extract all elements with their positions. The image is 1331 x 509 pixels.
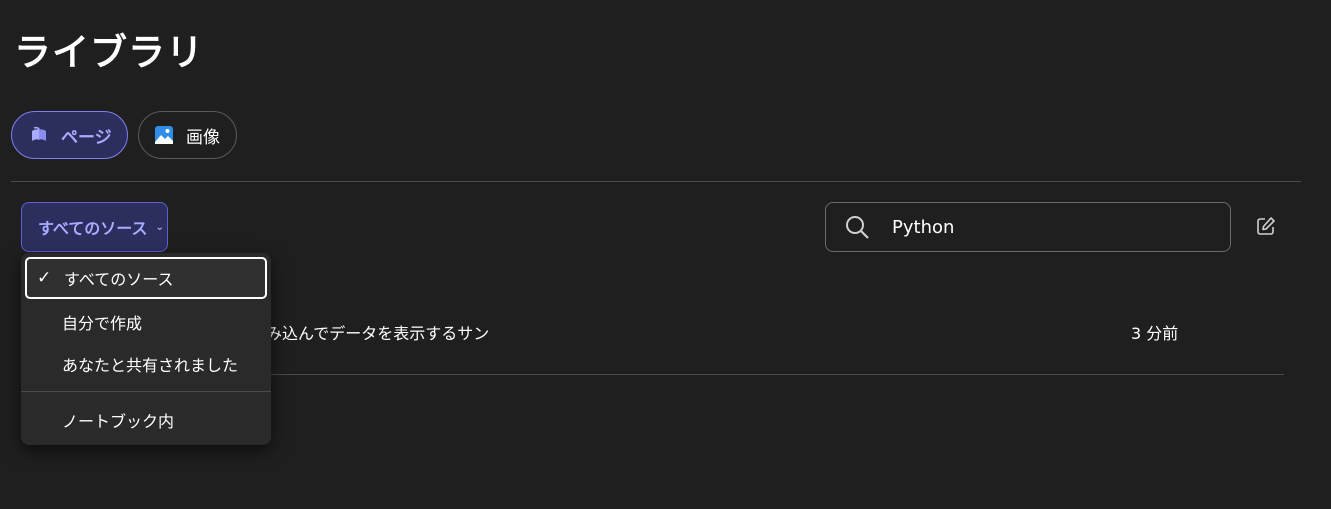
divider <box>11 181 1301 182</box>
source-filter-button[interactable]: すべてのソース ⌄ <box>21 202 168 252</box>
menu-item-label: ノートブック内 <box>62 412 175 431</box>
search-value: Python <box>892 216 955 238</box>
tab-pages-label: ページ <box>61 127 112 148</box>
search-input[interactable]: Python <box>825 202 1231 252</box>
menu-item-shared-with-you[interactable]: あなたと共有されました <box>25 343 267 385</box>
list-item-name: み込んでデータを表示するサン <box>266 324 490 343</box>
search-icon <box>844 214 870 240</box>
tab-images[interactable]: 画像 <box>138 111 237 159</box>
tab-pages[interactable]: ページ <box>11 111 128 159</box>
library-page: ライブラリ ページ 画像 すべてのソース ⌄ Python み込んでデータを表示… <box>0 0 1331 509</box>
list-item-time: 3 分前 <box>1131 324 1179 343</box>
tab-images-label: 画像 <box>186 127 220 148</box>
menu-item-in-notebook[interactable]: ノートブック内 <box>25 399 267 441</box>
edit-icon <box>1256 216 1276 240</box>
menu-item-label: あなたと共有されました <box>62 356 239 375</box>
new-page-button[interactable] <box>1253 215 1279 241</box>
menu-item-created-by-me[interactable]: 自分で作成 <box>25 301 267 343</box>
source-filter-label: すべてのソース <box>38 219 148 238</box>
menu-divider <box>21 391 271 392</box>
chevron-down-icon: ⌄ <box>155 221 164 233</box>
menu-item-label: すべてのソース <box>64 270 174 289</box>
check-icon: ✓ <box>37 268 52 288</box>
image-icon <box>154 125 174 145</box>
pages-icon <box>29 125 49 145</box>
menu-item-label: 自分で作成 <box>62 314 143 333</box>
menu-item-all-sources[interactable]: ✓ すべてのソース <box>25 257 267 299</box>
source-filter-menu: ✓ すべてのソース 自分で作成 あなたと共有されました ノートブック内 <box>21 253 271 445</box>
page-title: ライブラリ <box>14 31 204 74</box>
